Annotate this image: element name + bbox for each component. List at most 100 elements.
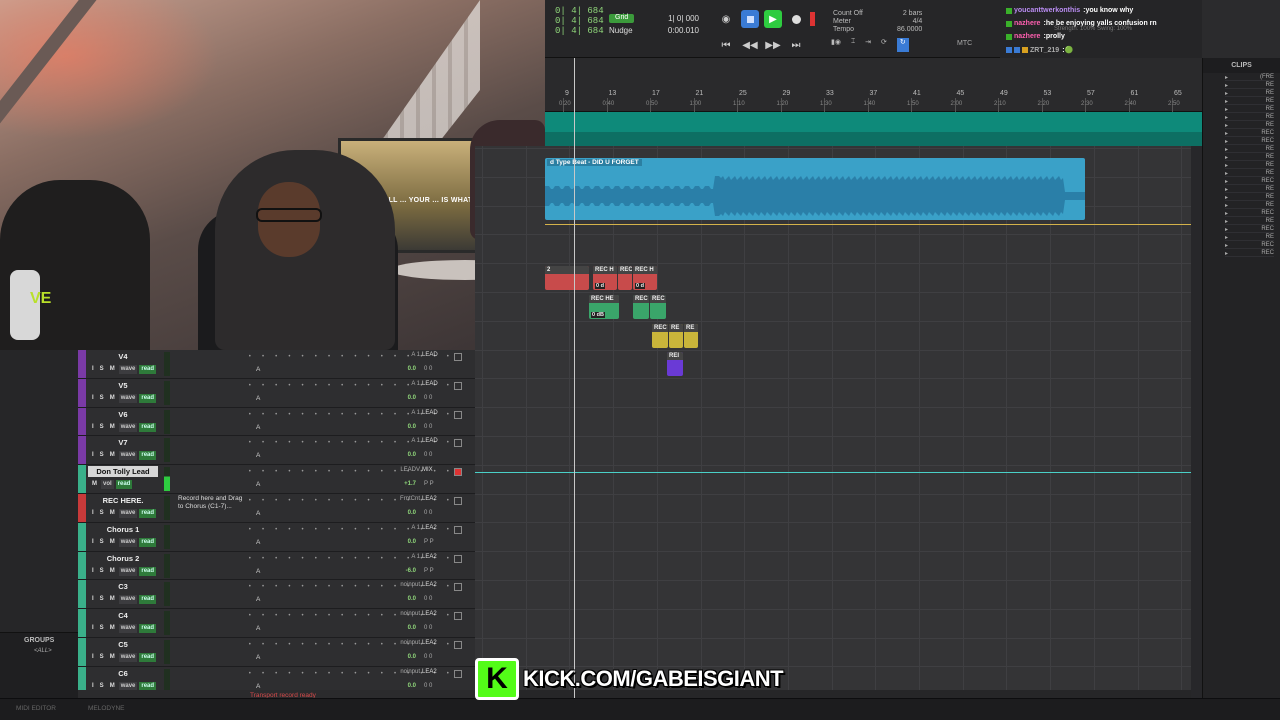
audio-clip[interactable]: RE [669, 324, 683, 348]
track-solo-button[interactable]: S [98, 567, 106, 576]
track-output-selector[interactable]: LEAD [422, 438, 438, 444]
track-solo-button[interactable]: S [98, 365, 106, 374]
grid-value[interactable]: 1| 0| 000 [668, 14, 699, 23]
track-output-selector[interactable]: LEA2 [422, 496, 437, 502]
audio-clip[interactable]: REC HE 0 dB [589, 295, 619, 319]
grid-button[interactable]: Grid [609, 14, 635, 23]
playhead-cursor[interactable] [574, 58, 575, 698]
track-read-button[interactable]: read [139, 624, 157, 634]
track-mute-button[interactable]: M [108, 653, 117, 662]
clip-list-item[interactable]: ▸ RE [1225, 154, 1274, 161]
send-slot-a[interactable]: A [256, 366, 260, 373]
track-row[interactable]: V6 I S Mwave read • • • • • • • • • • • • • •… [78, 407, 475, 437]
expand-arrow-icon[interactable]: ▸ [1225, 146, 1228, 153]
track-volume[interactable]: +1.7 [394, 481, 416, 487]
clip-list-item[interactable]: ▸ REC [1225, 210, 1274, 217]
track-solo-button[interactable]: S [98, 595, 106, 604]
clip-list-item[interactable]: ▸ RE [1225, 218, 1274, 225]
clip-list-item[interactable]: ▸ RE [1225, 106, 1274, 113]
clip-list-item[interactable]: ▸ REC [1225, 138, 1274, 145]
track-name[interactable]: C3 [88, 581, 158, 592]
track-name[interactable]: V5 [88, 380, 158, 391]
track-volume[interactable]: 0.0 [394, 625, 416, 631]
expand-arrow-icon[interactable]: ▸ [1225, 226, 1228, 233]
expand-arrow-icon[interactable]: ▸ [1225, 74, 1228, 81]
clip-list-item[interactable]: ▸ RE [1225, 170, 1274, 177]
track-output-selector[interactable]: MIX [422, 467, 433, 473]
send-slot-a[interactable]: A [256, 683, 260, 690]
track-input-button[interactable]: I [90, 682, 96, 690]
clip-list-item[interactable]: ▸ RE [1225, 98, 1274, 105]
track-output-selector[interactable]: LEA2 [422, 525, 437, 531]
track-color-strip[interactable] [78, 551, 86, 580]
track-name[interactable]: V7 [88, 437, 158, 448]
expand-arrow-icon[interactable]: ▸ [1225, 106, 1228, 113]
track-volume[interactable]: 0.0 [394, 395, 416, 401]
clip-list-item[interactable]: ▸ RE [1225, 186, 1274, 193]
clip-list-item[interactable]: ▸ RE [1225, 146, 1274, 153]
wait-for-note-icon[interactable]: ▮◉ [831, 38, 841, 52]
expand-arrow-icon[interactable]: ▸ [1225, 138, 1228, 145]
track-row[interactable]: V4 I S Mwave read • • • • • • • • • • • • • •… [78, 350, 475, 379]
fast-forward-button[interactable]: ▶▶ [764, 36, 782, 54]
clip-list-item[interactable]: ▸ RE [1225, 82, 1274, 89]
expand-arrow-icon[interactable]: ▸ [1225, 186, 1228, 193]
expand-arrow-icon[interactable]: ▸ [1225, 210, 1228, 217]
track-window-toggle[interactable] [454, 669, 462, 678]
track-color-strip[interactable] [78, 494, 86, 522]
audio-clip[interactable]: RE [684, 324, 698, 348]
track-solo-button[interactable]: S [98, 682, 106, 690]
track-input-button[interactable]: I [90, 365, 96, 374]
track-name[interactable]: Chorus 1 [88, 524, 158, 535]
track-output-selector[interactable]: LEAD [422, 410, 438, 416]
send-slot-a[interactable]: A [256, 424, 260, 431]
track-window-toggle[interactable] [454, 497, 462, 505]
track-solo-button[interactable]: S [98, 509, 106, 518]
track-wave-button[interactable]: wave [118, 681, 138, 690]
count-off-block[interactable]: Count Off Meter Tempo [833, 10, 863, 34]
track-mute-button[interactable]: M [108, 365, 117, 374]
track-mute-button[interactable]: M [108, 394, 117, 403]
clip-gain[interactable]: 0 dB [591, 312, 605, 318]
track-window-toggle[interactable] [454, 554, 462, 563]
track-color-strip[interactable] [78, 580, 86, 609]
send-slot-a[interactable]: A [256, 452, 260, 459]
track-read-button[interactable]: read [139, 509, 157, 518]
track-solo-button[interactable]: S [98, 423, 106, 432]
track-read-button[interactable]: read [139, 681, 157, 690]
track-pan-right[interactable]: 0 [429, 424, 432, 430]
expand-arrow-icon[interactable]: ▸ [1225, 82, 1228, 89]
track-color-strip[interactable] [78, 407, 86, 436]
chat-username[interactable]: ZRT_219 [1030, 47, 1059, 54]
stop-button[interactable] [741, 10, 759, 28]
tab-midi-editor[interactable]: MIDI EDITOR [16, 705, 56, 712]
track-input-selector[interactable]: noinput [394, 611, 420, 617]
send-slot-a[interactable]: A [256, 568, 260, 575]
track-volume[interactable]: 0.0 [394, 452, 416, 458]
track-solo-button[interactable]: S [98, 451, 106, 460]
track-window-toggle[interactable] [454, 641, 462, 649]
track-color-strip[interactable] [78, 666, 86, 690]
track-volume[interactable]: 0.0 [394, 366, 416, 372]
track-window-toggle[interactable] [454, 612, 462, 621]
send-slot-a[interactable]: A [256, 395, 260, 402]
track-input-button[interactable]: I [90, 509, 96, 518]
merge-icon[interactable]: ⟳ [881, 38, 887, 52]
track-name[interactable]: C6 [88, 668, 158, 679]
expand-arrow-icon[interactable]: ▸ [1225, 218, 1228, 225]
expand-arrow-icon[interactable]: ▸ [1225, 114, 1228, 121]
audio-clip[interactable]: REC H 0 d [593, 266, 617, 290]
go-to-end-button[interactable]: ⏭ [787, 36, 805, 54]
track-input-button[interactable]: I [90, 538, 96, 547]
track-vol-button[interactable]: vol [101, 480, 114, 490]
chat-username[interactable]: youcanttwerkonthis [1014, 7, 1080, 14]
expand-arrow-icon[interactable]: ▸ [1225, 154, 1228, 161]
track-mute-button[interactable]: M [108, 624, 117, 633]
track-mute-button[interactable]: M [108, 538, 117, 547]
audio-clip[interactable]: REI [667, 352, 683, 376]
track-mute-button[interactable]: M [108, 595, 117, 604]
expand-arrow-icon[interactable]: ▸ [1225, 130, 1228, 137]
track-window-toggle[interactable] [454, 468, 462, 477]
track-name[interactable]: REC HERE. [88, 495, 158, 506]
expand-arrow-icon[interactable]: ▸ [1225, 122, 1228, 129]
